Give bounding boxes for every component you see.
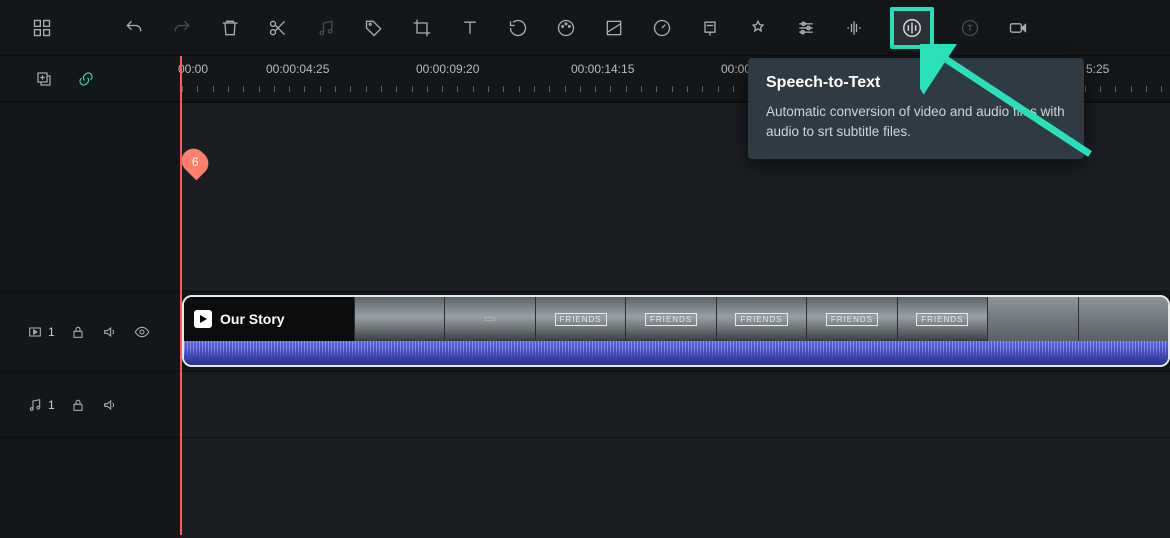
layouts-icon[interactable] [30, 16, 54, 40]
ruler-tick: 00:00:14:15 [571, 62, 634, 76]
thumb: FRIENDS [535, 297, 625, 341]
clip-waveform [184, 341, 1168, 365]
add-track-icon[interactable] [34, 69, 54, 89]
track-spacer [0, 102, 180, 292]
ruler-tick: 00:00 [178, 62, 208, 76]
audio-track-index: 1 [48, 398, 55, 412]
delete-icon[interactable] [218, 16, 242, 40]
split-icon[interactable] [266, 16, 290, 40]
clip-label: Our Story [184, 297, 354, 341]
thumb [987, 297, 1077, 341]
voice-changer-icon[interactable] [842, 16, 866, 40]
ruler-tick: 00:00:09:20 [416, 62, 479, 76]
thumb: FRIENDS [806, 297, 896, 341]
lock-icon[interactable] [69, 396, 87, 414]
crop-icon[interactable] [410, 16, 434, 40]
playhead[interactable] [180, 56, 182, 535]
toolbar [0, 0, 1170, 56]
speed-icon[interactable] [650, 16, 674, 40]
audio-sync-icon[interactable] [314, 16, 338, 40]
ruler-tick: 5:25 [1086, 62, 1109, 76]
speech-to-text-tooltip: Speech-to-Text Automatic conversion of v… [748, 58, 1084, 159]
clip-thumbnails: FRIENDS FRIENDS FRIENDS FRIENDS FRIENDS [354, 297, 1168, 341]
record-icon[interactable] [1006, 16, 1030, 40]
tracks-area: 1 1 [0, 102, 1170, 535]
tag-icon[interactable] [362, 16, 386, 40]
lock-icon[interactable] [69, 323, 87, 341]
tooltip-body: Automatic conversion of video and audio … [766, 102, 1066, 141]
thumb: FRIENDS [897, 297, 987, 341]
thumb: FRIENDS [625, 297, 715, 341]
music-icon[interactable] [26, 396, 44, 414]
text-icon[interactable] [458, 16, 482, 40]
empty-track-area [180, 438, 1170, 538]
video-track[interactable]: Our Story FRIENDS FRIENDS FRIENDS FRIEND… [180, 292, 1170, 372]
video-track-icon[interactable] [26, 323, 44, 341]
redo-icon[interactable] [170, 16, 194, 40]
thumb [444, 297, 534, 341]
adjust-icon[interactable] [794, 16, 818, 40]
mask-icon[interactable] [602, 16, 626, 40]
marker-label: 6 [192, 155, 199, 169]
video-clip[interactable]: Our Story FRIENDS FRIENDS FRIENDS FRIEND… [182, 295, 1170, 367]
effects-icon[interactable] [746, 16, 770, 40]
clip-title: Our Story [220, 311, 285, 327]
speaker-icon[interactable] [101, 323, 119, 341]
marker-icon[interactable] [698, 16, 722, 40]
tooltip-title: Speech-to-Text [766, 74, 1066, 92]
audio-track[interactable] [180, 372, 1170, 438]
track-spacer [0, 438, 180, 538]
speech-to-text-button[interactable] [890, 7, 934, 49]
color-icon[interactable] [554, 16, 578, 40]
undo-icon[interactable] [122, 16, 146, 40]
thumb [354, 297, 444, 341]
rotate-icon[interactable] [506, 16, 530, 40]
tracks-right[interactable]: 6 Our Story FRIENDS FRIENDS [180, 102, 1170, 535]
video-track-header: 1 [0, 292, 180, 372]
audio-track-header: 1 [0, 372, 180, 438]
video-track-index: 1 [48, 325, 55, 339]
tracks-left: 1 1 [0, 102, 180, 535]
eye-icon[interactable] [133, 323, 151, 341]
thumb [1078, 297, 1168, 341]
thumb: FRIENDS [716, 297, 806, 341]
timeline-head-controls [0, 56, 180, 102]
play-icon [194, 310, 212, 328]
ruler-tick: 00:00:04:25 [266, 62, 329, 76]
text-to-speech-icon[interactable] [958, 16, 982, 40]
link-icon[interactable] [76, 69, 96, 89]
speaker-icon[interactable] [101, 396, 119, 414]
